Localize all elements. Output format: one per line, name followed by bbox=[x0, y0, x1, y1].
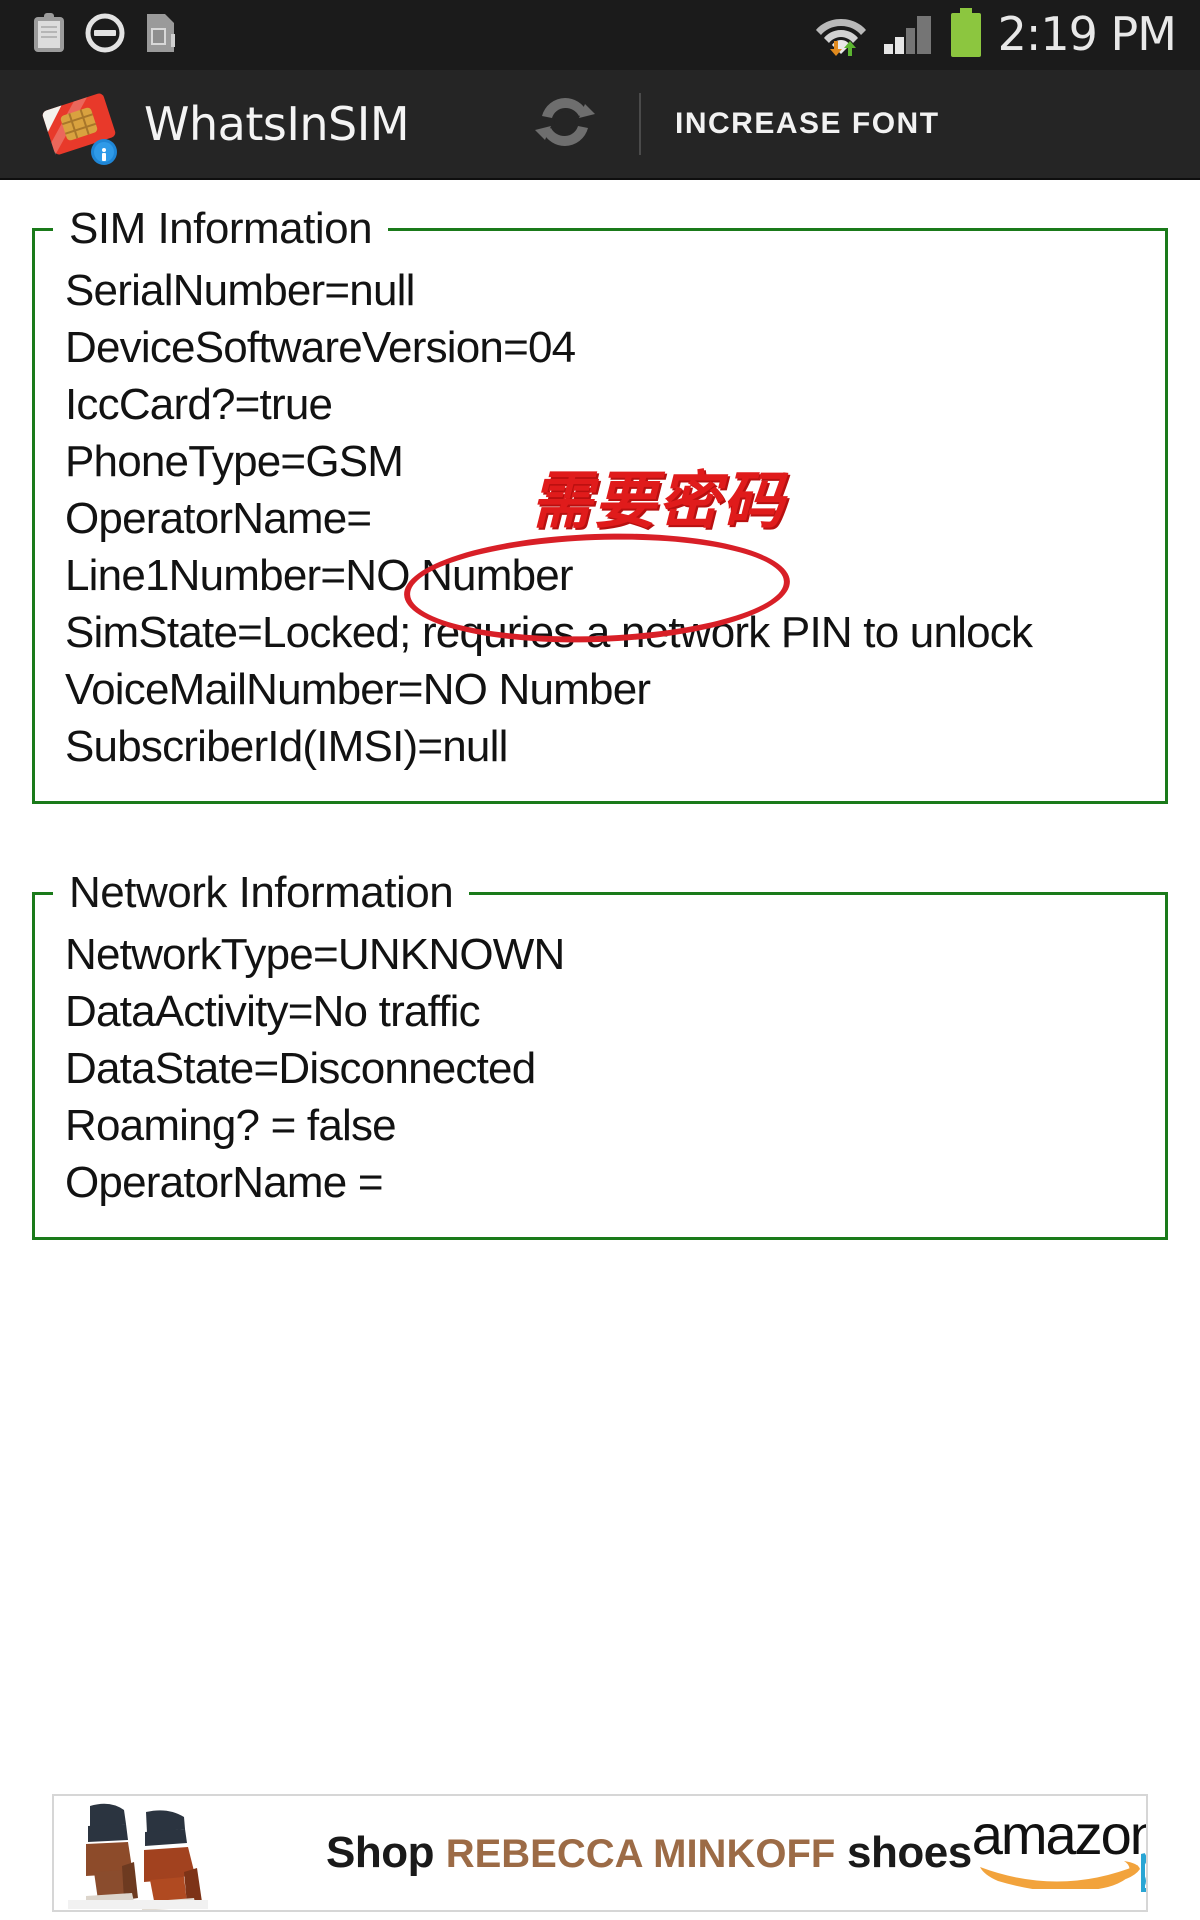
status-bar-right-icons: 2:19 PM bbox=[814, 6, 1177, 63]
status-bar: 2:19 PM bbox=[0, 0, 1200, 70]
network-info-line: DataState=Disconnected bbox=[65, 1044, 536, 1093]
cellular-signal-icon bbox=[882, 11, 934, 60]
battery-icon bbox=[948, 7, 984, 63]
sim-info-line: SerialNumber=null bbox=[65, 266, 415, 315]
increase-font-button[interactable]: INCREASE FONT bbox=[675, 107, 940, 141]
network-information-box: Network Information NetworkType=UNKNOWN … bbox=[32, 868, 1168, 1240]
refresh-icon bbox=[529, 86, 601, 163]
amazon-wordmark: amazon bbox=[971, 1803, 1148, 1866]
ad-brand: REBECCA MINKOFF bbox=[445, 1832, 836, 1876]
amazon-logo: amazon bbox=[971, 1803, 1148, 1899]
sim-info-line: Line1Number=NO Number bbox=[65, 551, 574, 600]
ad-headline-prefix: Shop bbox=[326, 1828, 446, 1877]
sim-info-line: PhoneType=GSM bbox=[65, 437, 404, 486]
status-bar-clock: 2:19 PM bbox=[997, 6, 1177, 61]
sim-info-line: OperatorName= bbox=[65, 494, 372, 543]
sim-information-legend: SIM Information bbox=[69, 204, 373, 253]
sim-info-line: DeviceSoftwareVersion=04 bbox=[65, 323, 576, 372]
high-heel-shoes-image bbox=[54, 1796, 284, 1910]
sim-info-line: VoiceMailNumber=NO Number bbox=[65, 665, 651, 714]
main-content: SIM Information SerialNumber=null Device… bbox=[0, 182, 1200, 1920]
action-bar-divider bbox=[639, 93, 642, 155]
do-not-disturb-icon bbox=[84, 12, 126, 59]
status-bar-left-icons bbox=[32, 12, 178, 59]
sim-card-icon bbox=[144, 12, 178, 59]
sim-card-info-icon bbox=[36, 81, 122, 167]
network-info-line: Roaming? = false bbox=[65, 1101, 397, 1150]
network-info-line: OperatorName = bbox=[65, 1158, 384, 1207]
network-info-line: DataActivity=No traffic bbox=[65, 987, 481, 1036]
adchoices-icon[interactable] bbox=[1136, 1849, 1146, 1895]
wifi-icon bbox=[814, 9, 868, 62]
app-title: WhatsInSIM bbox=[144, 97, 410, 151]
ad-banner[interactable]: Shop REBECCA MINKOFF shoes amazon bbox=[52, 1794, 1148, 1912]
sim-info-line: SubscriberId(IMSI)=null bbox=[65, 722, 508, 771]
sim-info-line-simstate: SimState=Locked; requries a network PIN … bbox=[65, 608, 1033, 657]
sim-info-line: IccCard?=true bbox=[65, 380, 333, 429]
ad-headline-suffix: shoes bbox=[835, 1828, 972, 1877]
network-info-line: NetworkType=UNKNOWN bbox=[65, 930, 565, 979]
sim-information-box: SIM Information SerialNumber=null Device… bbox=[32, 204, 1168, 804]
clipboard-icon bbox=[32, 12, 66, 59]
network-information-legend: Network Information bbox=[69, 868, 454, 917]
ad-headline: Shop REBECCA MINKOFF shoes bbox=[326, 1828, 972, 1878]
refresh-button[interactable] bbox=[527, 86, 603, 162]
action-bar: WhatsInSIM INCREASE FONT bbox=[0, 70, 1200, 180]
